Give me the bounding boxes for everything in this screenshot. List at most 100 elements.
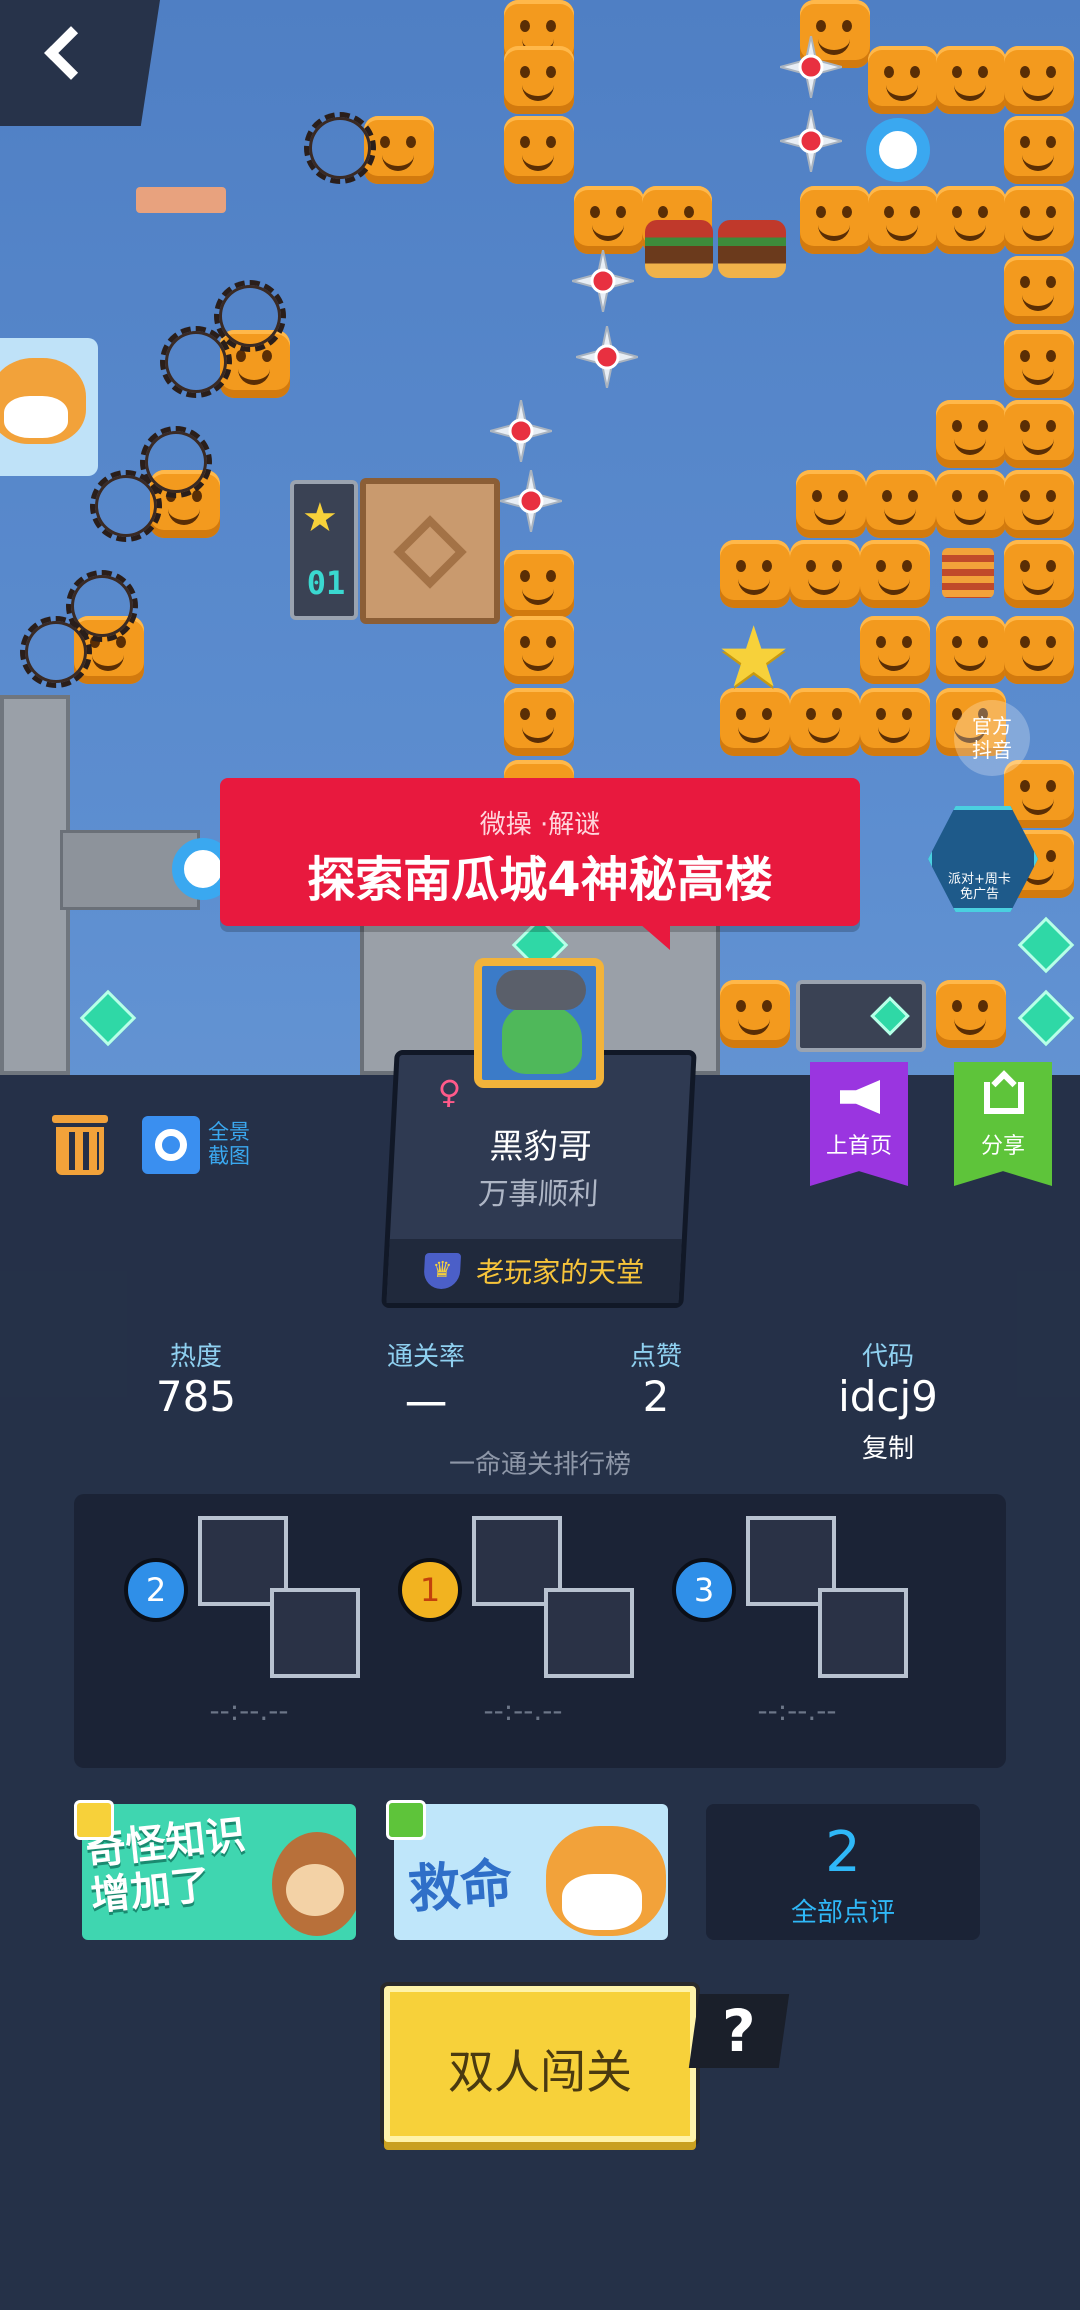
- share-label: 分享: [980, 1134, 1025, 1159]
- shiba-muzzle: [562, 1874, 642, 1930]
- spike-ball: [572, 325, 642, 389]
- coop-button[interactable]: 双人闯关: [384, 1986, 696, 2142]
- dino-head: [502, 1004, 582, 1074]
- pumpkin-block: [504, 46, 574, 114]
- spring: [942, 548, 994, 598]
- chevron-left-icon: [44, 26, 98, 80]
- pumpkin-block: [936, 616, 1006, 684]
- burger-enemy: [718, 220, 786, 278]
- pumpkin-block: [720, 980, 790, 1048]
- stat-label: 通关率: [386, 1342, 465, 1372]
- pumpkin-block: [504, 116, 574, 184]
- plank: [136, 187, 226, 213]
- author-avatar[interactable]: [474, 958, 604, 1088]
- camera-lens: [155, 1129, 187, 1161]
- stat-label: 代码: [861, 1342, 914, 1372]
- shiba-avatar: [0, 338, 98, 476]
- pumpkin-block: [504, 688, 574, 756]
- reviews-button[interactable]: 2 全部点评: [706, 1804, 980, 1940]
- pumpkin-block: [936, 46, 1006, 114]
- guild-name: 老玩家的天堂: [475, 1256, 645, 1289]
- pumpkin-block: [1004, 116, 1074, 184]
- author-name: 黑豹哥: [488, 1127, 593, 1167]
- unknown-player-portrait: [270, 1588, 360, 1678]
- rank-time: --:--.--: [483, 1694, 563, 1727]
- spike-ball: [486, 399, 556, 463]
- pumpkin-block: [936, 470, 1006, 538]
- fullshot-button[interactable]: 全景 截图: [142, 1114, 272, 1176]
- thorn-bush: [214, 280, 286, 352]
- shiba-muzzle: [4, 396, 68, 438]
- pumpkin-block: [800, 186, 870, 254]
- back-button[interactable]: [0, 0, 160, 126]
- pumpkin-block: [504, 616, 574, 684]
- megaphone-icon: [840, 1080, 880, 1114]
- pumpkin-block: [866, 470, 936, 538]
- pumpkin-block: [504, 550, 574, 618]
- coop-help-button[interactable]: ?: [688, 1994, 790, 2068]
- pumpkin-block: [1004, 540, 1074, 608]
- gender-icon: ♀: [436, 1073, 462, 1111]
- party-pass-label: 派对+周卡 免广告: [948, 872, 1011, 902]
- pumpkin-block: [936, 186, 1006, 254]
- pumpkin-block: [860, 540, 930, 608]
- author-motto: 万事顺利: [477, 1177, 600, 1212]
- guild-row[interactable]: ♛ 老玩家的天堂: [386, 1239, 682, 1303]
- unknown-player-portrait: [818, 1588, 908, 1678]
- stat-value: 785: [155, 1372, 237, 1421]
- pumpkin-block: [936, 980, 1006, 1048]
- gem-icon: [1017, 989, 1075, 1047]
- crown-shield-icon: ♛: [423, 1253, 462, 1289]
- pumpkin-block: [1004, 400, 1074, 468]
- pumpkin-block: [1004, 616, 1074, 684]
- pumpkin-block: [720, 540, 790, 608]
- pumpkin-block: [796, 470, 866, 538]
- pumpkin-block: [790, 540, 860, 608]
- star-icon: ★: [302, 495, 338, 541]
- spike-ball: [776, 109, 846, 173]
- sticker-shiba-text: 救命: [406, 1853, 515, 1921]
- pumpkin-block: [1004, 330, 1074, 398]
- pumpkin-block: [1004, 46, 1074, 114]
- pumpkin-block: [790, 688, 860, 756]
- sticker-monkey[interactable]: 奇怪知识 增加了: [82, 1804, 356, 1940]
- rank-badge: 2: [124, 1558, 188, 1622]
- thorn-bush: [304, 112, 376, 184]
- pumpkin-block: [1004, 470, 1074, 538]
- spike-ball: [496, 469, 566, 533]
- gem-icon: [870, 996, 910, 1036]
- trash-icon: [56, 1127, 104, 1175]
- official-douyin-badge[interactable]: 官方 抖音: [954, 700, 1030, 776]
- burger-enemy: [645, 220, 713, 278]
- unknown-player-portrait: [544, 1588, 634, 1678]
- goggles-icon: [496, 970, 586, 1010]
- level-number: 01: [306, 564, 346, 602]
- sticker-shiba[interactable]: 救命: [394, 1804, 668, 1940]
- rank-time: --:--.--: [209, 1694, 289, 1727]
- pumpkin-block: [860, 688, 930, 756]
- rank-badge: 3: [672, 1558, 736, 1622]
- trash-lid: [52, 1115, 108, 1123]
- trash-button[interactable]: [52, 1113, 108, 1177]
- pumpkin-block: [860, 616, 930, 684]
- promote-button[interactable]: 上首页: [810, 1062, 908, 1186]
- spike-ball: [776, 35, 846, 99]
- author-card[interactable]: ♀ 黑豹哥 万事顺利 ♛ 老玩家的天堂: [381, 1050, 697, 1308]
- stat-value: idcj9: [838, 1372, 938, 1421]
- share-button[interactable]: 分享: [954, 1062, 1052, 1186]
- rank-time: --:--.--: [757, 1694, 837, 1727]
- level-banner: 微操 ·解谜 探索南瓜城4神秘高楼: [220, 778, 860, 950]
- reviews-count: 2: [825, 1820, 861, 1885]
- stat-value: 一: [404, 1381, 447, 1430]
- pumpkin-block: [936, 400, 1006, 468]
- gem-switch: [796, 980, 926, 1052]
- camera-icon: [142, 1116, 200, 1174]
- stat-value: 2: [642, 1372, 670, 1421]
- pumpkin-block: [574, 186, 644, 254]
- level-title: 探索南瓜城4神秘高楼: [307, 852, 773, 908]
- star-icon: ★: [716, 608, 792, 706]
- sticker-badge-small: [386, 1800, 426, 1840]
- rank-badge: 1: [398, 1558, 462, 1622]
- leaderboard-title: 一命通关排行榜: [448, 1450, 631, 1480]
- gear-icon: [866, 118, 930, 182]
